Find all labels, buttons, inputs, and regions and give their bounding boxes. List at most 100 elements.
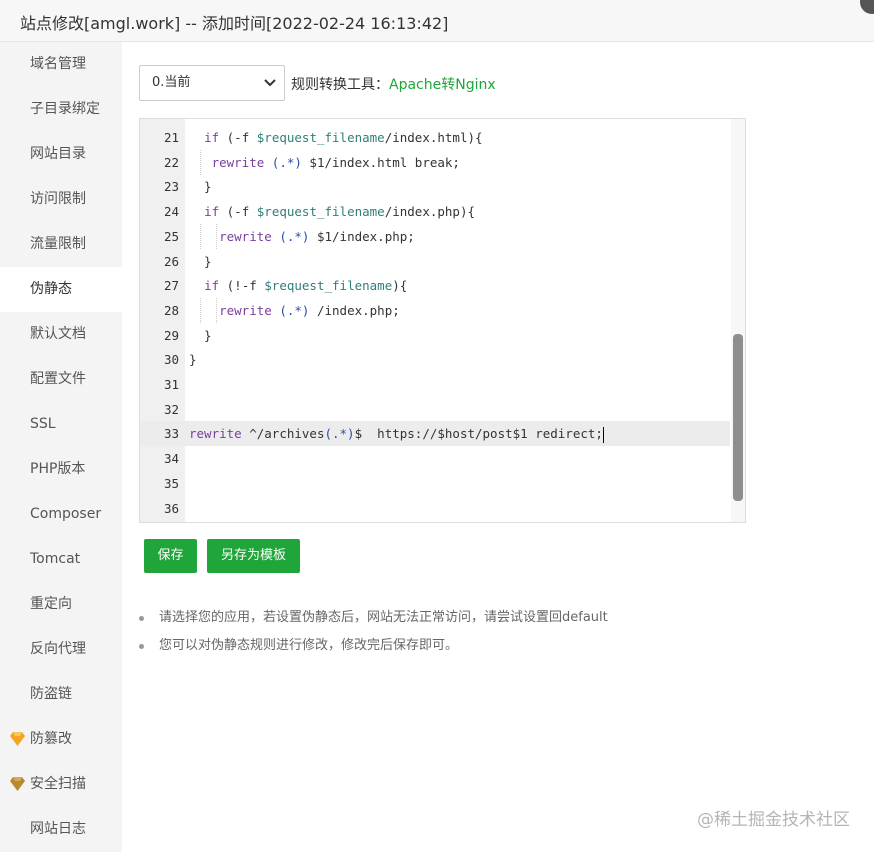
sidebar-item-access-limit[interactable]: 访问限制 [0,177,122,222]
code-line[interactable]: 32 [140,397,730,422]
gem-icon [10,732,25,746]
sidebar-item-label: 默认文档 [30,326,86,342]
gem-icon [10,777,25,791]
sidebar-item-label: 防盗链 [30,686,72,702]
sidebar-item-label: SSL [30,416,56,432]
sidebar-item-label: 访问限制 [30,191,86,207]
sidebar-item-php-version[interactable]: PHP版本 [0,447,122,492]
code-line[interactable]: 35 [140,471,730,496]
save-button[interactable]: 保存 [144,539,197,573]
line-number: 32 [163,401,179,417]
code-text: rewrite (.*) $1/index.html break; [211,154,460,170]
line-number: 29 [163,327,179,343]
line-number: 34 [163,451,179,467]
tip-item: 请选择您的应用，若设置伪静态后，网站无法正常访问，请尝试设置回default [139,604,839,632]
help-tips: 请选择您的应用，若设置伪静态后，网站无法正常访问，请尝试设置回default 您… [139,604,839,660]
sidebar-item-subdir[interactable]: 子目录绑定 [0,87,122,132]
line-number: 31 [163,377,179,392]
code-text: rewrite (.*) $1/index.php; [219,228,415,244]
code-line[interactable]: 31 [140,372,730,397]
code-text: if (-f $request_filename/index.html){ [204,130,483,145]
code-line[interactable]: 26 } [140,249,730,274]
window-titlebar: 站点修改[amgl.work] -- 添加时间[2022-02-24 16:13… [0,0,874,42]
sidebar: 域名管理 子目录绑定 网站目录 访问限制 流量限制 伪静态 默认文档 配置文件 … [0,42,122,852]
line-number: 33 [163,426,179,442]
code-editor[interactable]: 21 if (-f $request_filename/index.html){… [139,118,746,523]
code-text: } [189,352,197,368]
sidebar-item-security-scan[interactable]: 安全扫描 [0,762,122,807]
rewrite-template-select[interactable]: 0.当前 [139,65,285,101]
main-panel: 0.当前 规则转换工具：Apache转Nginx 21 if (-f $requ… [122,42,874,852]
sidebar-item-label: 伪静态 [30,281,72,297]
sidebar-item-hotlink[interactable]: 防盗链 [0,672,122,717]
sidebar-item-label: 配置文件 [30,371,86,387]
code-line[interactable]: 21 if (-f $request_filename/index.html){ [140,125,730,150]
code-line[interactable]: 30} [140,347,730,372]
line-number: 24 [163,204,179,220]
sidebar-item-traffic-limit[interactable]: 流量限制 [0,222,122,267]
code-text: if (!-f $request_filename){ [204,278,408,294]
sidebar-item-redirect[interactable]: 重定向 [0,582,122,627]
code-line[interactable]: 34 [140,446,730,471]
code-line[interactable]: 27 if (!-f $request_filename){ [140,273,730,298]
text-cursor [602,426,604,443]
line-number: 35 [163,475,179,491]
convert-tool: 规则转换工具：Apache转Nginx [291,74,496,94]
sidebar-item-label: 网站目录 [30,146,86,162]
code-line[interactable]: 23 } [140,174,730,199]
select-value: 0.当前 [152,75,191,90]
editor-scrollbar[interactable] [731,119,745,522]
line-number: 36 [163,500,179,516]
code-text: } [189,327,212,343]
line-number: 28 [163,302,179,318]
window-title: 站点修改[amgl.work] -- 添加时间[2022-02-24 16:13… [20,14,449,33]
code-text: } [189,179,212,195]
code-line[interactable]: 36 [140,496,730,521]
sidebar-item-tomcat[interactable]: Tomcat [0,537,122,582]
code-line[interactable]: 29 } [140,323,730,348]
code-line[interactable]: 25 rewrite (.*) $1/index.php; [140,223,730,249]
sidebar-item-tamper-proof[interactable]: 防篡改 [0,717,122,762]
sidebar-item-default-doc[interactable]: 默认文档 [0,312,122,357]
code-line[interactable]: 33 rewrite ^/archives(.*)$ https://$host/… [140,421,730,447]
watermark: @稀土掘金技术社区 [697,810,850,830]
line-number: 27 [163,278,179,294]
sidebar-item-label: 重定向 [30,596,72,612]
sidebar-item-label: 反向代理 [30,641,86,657]
bullet-icon [139,644,144,649]
save-as-template-button[interactable]: 另存为模板 [207,539,300,573]
sidebar-item-label: 流量限制 [30,236,86,252]
sidebar-item-ssl[interactable]: SSL [0,402,122,447]
apache-to-nginx-link[interactable]: Apache转Nginx [389,77,496,93]
tip-text: 请选择您的应用，若设置伪静态后，网站无法正常访问，请尝试设置回default [159,610,608,625]
line-number: 26 [163,253,179,269]
sidebar-item-rewrite[interactable]: 伪静态 [0,267,122,312]
code-line[interactable]: 28 rewrite (.*) /index.php; [140,297,730,323]
line-number: 25 [163,228,179,244]
sidebar-item-label: 子目录绑定 [30,101,100,117]
code-line[interactable]: 22 rewrite (.*) $1/index.html break; [140,149,730,175]
sidebar-item-composer[interactable]: Composer [0,492,122,537]
sidebar-item-reverse-proxy[interactable]: 反向代理 [0,627,122,672]
close-icon[interactable] [860,0,874,14]
line-number: 22 [163,154,179,170]
sidebar-item-config-file[interactable]: 配置文件 [0,357,122,402]
sidebar-item-label: PHP版本 [30,461,86,477]
code-text: rewrite (.*) /index.php; [219,302,400,318]
tip-item: 您可以对伪静态规则进行修改，修改完后保存即可。 [139,632,839,660]
sidebar-item-site-dir[interactable]: 网站目录 [0,132,122,177]
code-text: rewrite ^/archives(.*)$ https://$host/po… [189,426,604,443]
sidebar-item-domain[interactable]: 域名管理 [0,42,122,87]
tip-text: 您可以对伪静态规则进行修改，修改完后保存即可。 [159,638,459,653]
scrollbar-thumb[interactable] [733,334,743,501]
line-number: 23 [163,179,179,195]
line-number: 30 [163,352,179,368]
sidebar-item-label: Tomcat [30,551,81,567]
chevron-down-icon [264,79,276,87]
sidebar-item-label: 域名管理 [30,56,86,72]
sidebar-item-site-log[interactable]: 网站日志 [0,807,122,852]
code-text: if (-f $request_filename/index.php){ [204,204,476,220]
code-line[interactable]: 24 if (-f $request_filename/index.php){ [140,199,730,224]
code-text: } [189,253,212,269]
convert-tool-label: 规则转换工具： [291,77,389,93]
